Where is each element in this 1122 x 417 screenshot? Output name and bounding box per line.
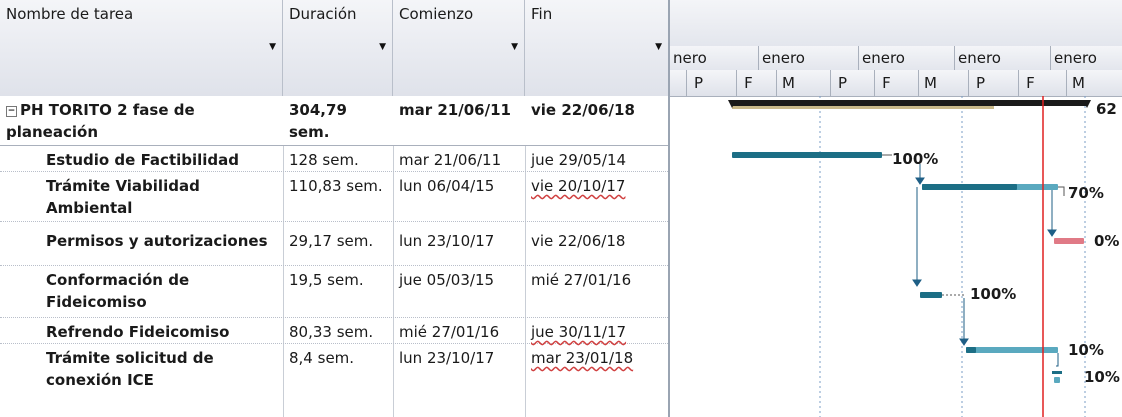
task-row-summary[interactable]: − PH TORITO 2 fase de planeación 304,79 s… <box>0 96 668 146</box>
start-cell[interactable]: lun 06/04/15 <box>393 172 525 221</box>
timescale-unit: F <box>736 70 760 96</box>
task-name: PH TORITO 2 fase de planeación <box>6 101 195 141</box>
table-header: Nombre de tarea ▼ Duración ▼ Comienzo ▼ … <box>0 0 668 97</box>
dropdown-arrow-icon[interactable]: ▼ <box>655 42 662 52</box>
link-arrow-icon <box>912 279 922 287</box>
column-header-task-name[interactable]: Nombre de tarea ▼ <box>0 0 283 96</box>
task-row[interactable]: Refrendo Fideicomiso 80,33 sem. mié 27/0… <box>0 318 668 344</box>
column-header-label: Comienzo <box>399 5 474 23</box>
task-name-cell[interactable]: Trámite solicitud de conexión ICE <box>0 344 283 417</box>
ms-project-gantt-view: Nombre de tarea ▼ Duración ▼ Comienzo ▼ … <box>0 0 1122 417</box>
progress-label: 100% <box>970 285 1017 303</box>
timescale-month: enero <box>954 46 1050 70</box>
task-name-cell[interactable]: Estudio de Factibilidad <box>0 146 283 171</box>
timescale-unit: P <box>686 70 710 96</box>
end-cell[interactable]: vie 22/06/18 <box>525 222 668 265</box>
link-arrow-icon <box>1047 229 1057 237</box>
timescale-month: enero <box>758 46 858 70</box>
end-cell[interactable]: vie 22/06/18 <box>525 96 668 145</box>
task-name-cell[interactable]: Refrendo Fideicomiso <box>0 318 283 343</box>
task-row[interactable]: Trámite solicitud de conexión ICE 8,4 se… <box>0 344 668 417</box>
duration-cell[interactable]: 80,33 sem. <box>283 318 393 343</box>
column-header-label: Fin <box>531 5 553 23</box>
task-name-cell[interactable]: Trámite Viabilidad Ambiental <box>0 172 283 221</box>
task-row[interactable]: Estudio de Factibilidad 128 sem. mar 21/… <box>0 146 668 172</box>
link-arrow-icon <box>959 338 969 346</box>
start-cell[interactable]: mar 21/06/11 <box>393 96 525 145</box>
start-cell[interactable]: mar 21/06/11 <box>393 146 525 171</box>
start-cell[interactable]: lun 23/10/17 <box>393 222 525 265</box>
task-name-cell[interactable]: − PH TORITO 2 fase de planeación <box>0 96 283 145</box>
duration-cell[interactable]: 29,17 sem. <box>283 222 393 265</box>
start-cell[interactable]: jue 05/03/15 <box>393 266 525 317</box>
timescale-unit: M <box>918 70 942 96</box>
end-date-text: vie 20/10/17 <box>531 177 626 195</box>
end-cell[interactable]: mar 23/01/18 <box>525 344 668 417</box>
duration-cell[interactable]: 128 sem. <box>283 146 393 171</box>
dropdown-arrow-icon[interactable]: ▼ <box>379 42 386 52</box>
progress-label: 0% <box>1094 232 1120 250</box>
task-name-cell[interactable]: Conformación de Fideicomiso <box>0 266 283 317</box>
end-date-text: jue 30/11/17 <box>531 323 627 341</box>
progress-label: 62 <box>1096 100 1117 118</box>
column-header-start[interactable]: Comienzo ▼ <box>393 0 525 96</box>
link-arrow-icon <box>915 177 925 185</box>
column-header-duration[interactable]: Duración ▼ <box>283 0 393 96</box>
end-cell[interactable]: mié 27/01/16 <box>525 266 668 317</box>
start-cell[interactable]: mié 27/01/16 <box>393 318 525 343</box>
timescale-unit: M <box>1066 70 1090 96</box>
summary-bar[interactable] <box>728 100 1091 109</box>
progress-label: 10% <box>1068 341 1104 359</box>
column-header-end[interactable]: Fin ▼ <box>525 0 668 96</box>
duration-cell[interactable]: 304,79 sem. <box>283 96 393 145</box>
end-cell[interactable]: vie 20/10/17 <box>525 172 668 221</box>
task-row[interactable]: Conformación de Fideicomiso 19,5 sem. ju… <box>0 266 668 318</box>
timescale-unit: P <box>830 70 854 96</box>
timescale-month: nero <box>673 49 707 67</box>
task-row[interactable]: Trámite Viabilidad Ambiental 110,83 sem.… <box>0 172 668 222</box>
collapse-minus-icon[interactable]: − <box>6 106 17 117</box>
dropdown-arrow-icon[interactable]: ▼ <box>269 42 276 52</box>
gantt-chart[interactable]: nero enero enero enero enero P F M P F M… <box>670 0 1122 417</box>
timescale-unit: M <box>776 70 800 96</box>
end-cell[interactable]: jue 29/05/14 <box>525 146 668 171</box>
timescale-bottom-tier: P F M P F M P F M <box>670 70 1122 97</box>
dependency-links <box>912 164 1059 367</box>
start-cell[interactable]: lun 23/10/17 <box>393 344 525 417</box>
task-row[interactable]: Permisos y autorizaciones 29,17 sem. lun… <box>0 222 668 266</box>
progress-label: 10% <box>1084 368 1120 386</box>
timescale-top-tier <box>670 0 1122 47</box>
task-name-cell[interactable]: Permisos y autorizaciones <box>0 222 283 265</box>
timescale-month: enero <box>858 46 954 70</box>
task-bar[interactable] <box>732 152 892 158</box>
task-bar[interactable] <box>966 347 1058 353</box>
timescale-middle-tier: nero enero enero enero enero <box>670 46 1122 71</box>
task-bar[interactable] <box>1052 371 1062 383</box>
progress-label: 100% <box>892 150 939 168</box>
timescale-month: enero <box>1050 46 1122 70</box>
column-header-label: Duración <box>289 5 357 23</box>
timescale-unit: P <box>968 70 992 96</box>
task-bar-critical[interactable] <box>1054 238 1084 244</box>
duration-cell[interactable]: 19,5 sem. <box>283 266 393 317</box>
end-date-text: mar 23/01/18 <box>531 349 634 367</box>
dropdown-arrow-icon[interactable]: ▼ <box>511 42 518 52</box>
task-table: Nombre de tarea ▼ Duración ▼ Comienzo ▼ … <box>0 0 670 417</box>
duration-cell[interactable]: 110,83 sem. <box>283 172 393 221</box>
column-header-label: Nombre de tarea <box>6 5 134 23</box>
timescale-unit: F <box>1018 70 1042 96</box>
end-cell[interactable]: jue 30/11/17 <box>525 318 668 343</box>
gantt-bars-area <box>728 96 1091 417</box>
task-bar[interactable] <box>920 292 964 298</box>
progress-label: 70% <box>1068 184 1104 202</box>
timescale-unit: F <box>874 70 898 96</box>
duration-cell[interactable]: 8,4 sem. <box>283 344 393 417</box>
